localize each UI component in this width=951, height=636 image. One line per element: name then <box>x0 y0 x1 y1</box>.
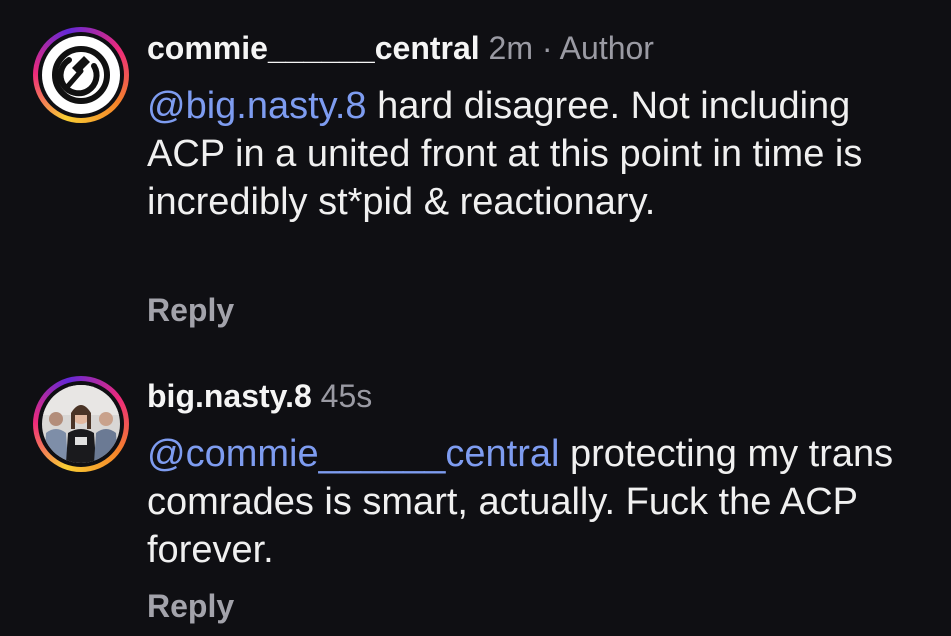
timestamp: 2m <box>488 30 533 66</box>
timestamp: 45s <box>320 378 373 414</box>
story-ring[interactable] <box>33 376 129 472</box>
avatar[interactable] <box>42 385 120 463</box>
reply-button[interactable]: Reply <box>147 588 234 625</box>
hammer-sickle-icon <box>42 36 120 114</box>
separator: · <box>541 30 553 66</box>
comment-header: big.nasty.8 45s <box>147 376 372 416</box>
story-ring[interactable] <box>33 27 129 123</box>
comment-header: commie______central 2m · Author <box>147 28 654 68</box>
username[interactable]: commie______central <box>147 30 480 66</box>
comment-text: @big.nasty.8 hard disagree. Not includin… <box>147 82 927 226</box>
mention-link[interactable]: @commie______central <box>147 433 559 475</box>
mention-link[interactable]: @big.nasty.8 <box>147 85 367 127</box>
group-photo <box>42 385 120 463</box>
avatar[interactable] <box>42 36 120 114</box>
author-badge: Author <box>559 30 654 66</box>
username[interactable]: big.nasty.8 <box>147 378 312 414</box>
comment-text: @commie______central protecting my trans… <box>147 430 927 574</box>
reply-button[interactable]: Reply <box>147 292 234 329</box>
